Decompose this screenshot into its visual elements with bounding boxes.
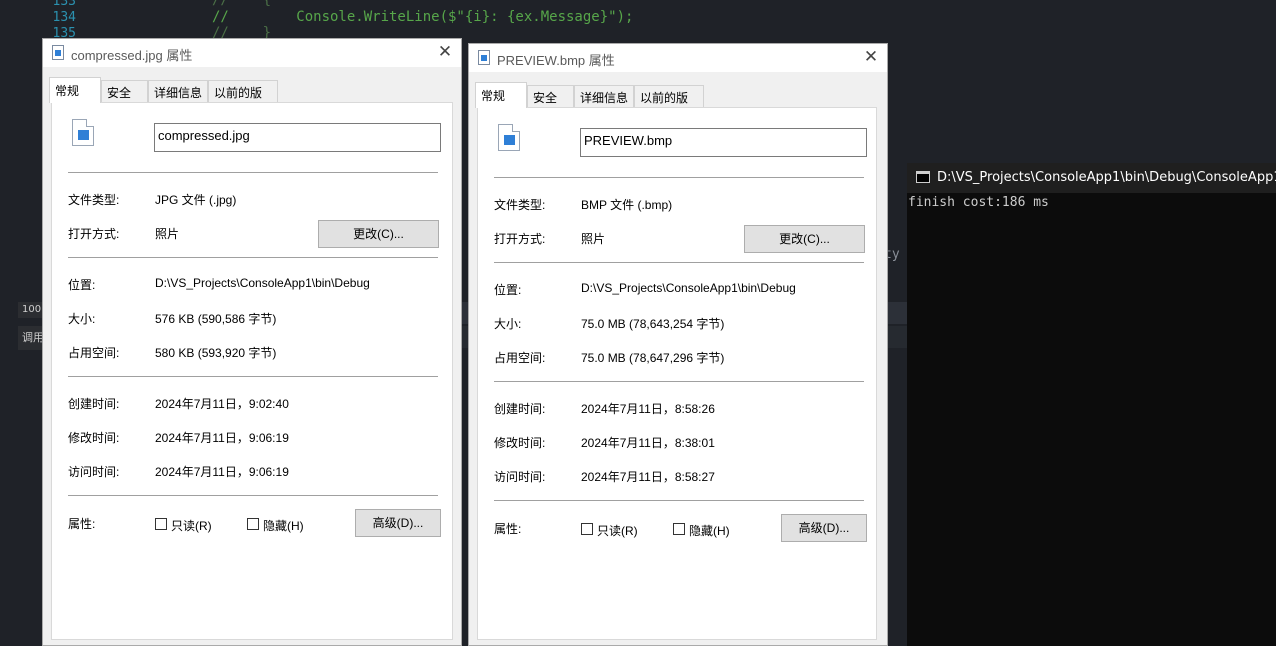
- filename-input[interactable]: compressed.jpg: [154, 123, 441, 152]
- dialog-title: compressed.jpg 属性: [71, 48, 193, 63]
- zoom-level[interactable]: 100: [18, 302, 44, 318]
- line-number: 134: [52, 10, 76, 25]
- console-title: D:\VS_Projects\ConsoleApp1\bin\Debug\Con…: [937, 170, 1276, 185]
- file-type-label: 文件类型:: [68, 193, 120, 207]
- divider: [68, 495, 438, 496]
- code-line: // {: [212, 0, 272, 8]
- console-output: finish cost:186 ms: [908, 195, 1049, 210]
- attributes-label: 属性:: [68, 517, 96, 531]
- tab-general[interactable]: 常规: [475, 82, 527, 108]
- debug-panel-tab[interactable]: 调用: [18, 326, 44, 350]
- hidden-label: 隐藏(H): [689, 524, 730, 538]
- tab-general[interactable]: 常规: [49, 77, 101, 103]
- file-type-value: BMP 文件 (.bmp): [581, 198, 673, 212]
- image-file-icon: [72, 119, 94, 146]
- open-with-value: 照片: [581, 232, 606, 246]
- file-icon: [52, 45, 64, 60]
- location-label: 位置:: [68, 278, 96, 292]
- disk-size-value: 580 KB (593,920 字节): [155, 346, 277, 360]
- open-with-label: 打开方式:: [494, 232, 546, 246]
- file-type-label: 文件类型:: [494, 198, 546, 212]
- tab-previous-versions[interactable]: 以前的版本: [634, 85, 704, 122]
- tab-details[interactable]: 详细信息: [148, 80, 208, 102]
- dialog-titlebar[interactable]: PREVIEW.bmp 属性 ✕: [469, 44, 887, 72]
- filename-input[interactable]: PREVIEW.bmp: [580, 128, 867, 157]
- console-window[interactable]: D:\VS_Projects\ConsoleApp1\bin\Debug\Con…: [907, 163, 1276, 646]
- size-value: 75.0 MB (78,643,254 字节): [581, 317, 725, 331]
- general-panel: PREVIEW.bmp 文件类型: BMP 文件 (.bmp) 打开方式: 照片…: [477, 107, 877, 640]
- accessed-label: 访问时间:: [68, 465, 120, 479]
- divider: [494, 381, 864, 382]
- open-with-label: 打开方式:: [68, 227, 120, 241]
- size-label: 大小:: [494, 317, 522, 331]
- tab-security[interactable]: 安全: [527, 85, 574, 107]
- location-label: 位置:: [494, 283, 522, 297]
- hidden-checkbox[interactable]: [247, 518, 259, 530]
- created-label: 创建时间:: [68, 397, 120, 411]
- modified-value: 2024年7月11日，9:06:19: [155, 431, 289, 445]
- created-value: 2024年7月11日，8:58:26: [581, 402, 715, 416]
- modified-label: 修改时间:: [68, 431, 120, 445]
- change-button[interactable]: 更改(C)...: [318, 220, 439, 248]
- location-value: D:\VS_Projects\ConsoleApp1\bin\Debug: [581, 281, 796, 295]
- divider: [68, 257, 438, 258]
- divider: [494, 262, 864, 263]
- close-icon[interactable]: ✕: [861, 47, 881, 67]
- image-file-icon: [498, 124, 520, 151]
- accessed-label: 访问时间:: [494, 470, 546, 484]
- change-button[interactable]: 更改(C)...: [744, 225, 865, 253]
- line-number: 133: [52, 0, 76, 9]
- code-line: // Console.WriteLine($"{i}: {ex.Message}…: [212, 9, 634, 25]
- readonly-label: 只读(R): [597, 524, 638, 538]
- disk-size-value: 75.0 MB (78,647,296 字节): [581, 351, 725, 365]
- readonly-checkbox[interactable]: [155, 518, 167, 530]
- tab-previous-versions[interactable]: 以前的版本: [208, 80, 278, 117]
- disk-size-label: 占用空间:: [68, 346, 120, 360]
- console-app-icon: [916, 171, 930, 183]
- console-titlebar[interactable]: D:\VS_Projects\ConsoleApp1\bin\Debug\Con…: [907, 163, 1276, 193]
- divider: [68, 172, 438, 173]
- modified-value: 2024年7月11日，8:38:01: [581, 436, 715, 450]
- properties-dialog-bmp[interactable]: PREVIEW.bmp 属性 ✕ 常规 安全 详细信息 以前的版本 PREVIE…: [468, 43, 888, 646]
- hidden-label: 隐藏(H): [263, 519, 304, 533]
- accessed-value: 2024年7月11日，9:06:19: [155, 465, 289, 479]
- general-panel: compressed.jpg 文件类型: JPG 文件 (.jpg) 打开方式:…: [51, 102, 453, 640]
- advanced-button[interactable]: 高级(D)...: [355, 509, 441, 537]
- accessed-value: 2024年7月11日，8:58:27: [581, 470, 715, 484]
- size-label: 大小:: [68, 312, 96, 326]
- properties-dialog-jpg[interactable]: compressed.jpg 属性 ✕ 常规 安全 详细信息 以前的版本 com…: [42, 38, 462, 646]
- modified-label: 修改时间:: [494, 436, 546, 450]
- close-icon[interactable]: ✕: [435, 42, 455, 62]
- advanced-button[interactable]: 高级(D)...: [781, 514, 867, 542]
- dialog-title: PREVIEW.bmp 属性: [497, 53, 615, 68]
- location-value: D:\VS_Projects\ConsoleApp1\bin\Debug: [155, 276, 370, 290]
- open-with-value: 照片: [155, 227, 180, 241]
- attributes-label: 属性:: [494, 522, 522, 536]
- dialog-titlebar[interactable]: compressed.jpg 属性 ✕: [43, 39, 461, 67]
- created-value: 2024年7月11日，9:02:40: [155, 397, 289, 411]
- tab-security[interactable]: 安全: [101, 80, 148, 102]
- tab-details[interactable]: 详细信息: [574, 85, 634, 107]
- readonly-checkbox[interactable]: [581, 523, 593, 535]
- size-value: 576 KB (590,586 字节): [155, 312, 277, 326]
- divider: [494, 500, 864, 501]
- file-type-value: JPG 文件 (.jpg): [155, 193, 237, 207]
- created-label: 创建时间:: [494, 402, 546, 416]
- divider: [494, 177, 864, 178]
- file-icon: [478, 50, 490, 65]
- hidden-checkbox[interactable]: [673, 523, 685, 535]
- divider: [68, 376, 438, 377]
- readonly-label: 只读(R): [171, 519, 212, 533]
- disk-size-label: 占用空间:: [494, 351, 546, 365]
